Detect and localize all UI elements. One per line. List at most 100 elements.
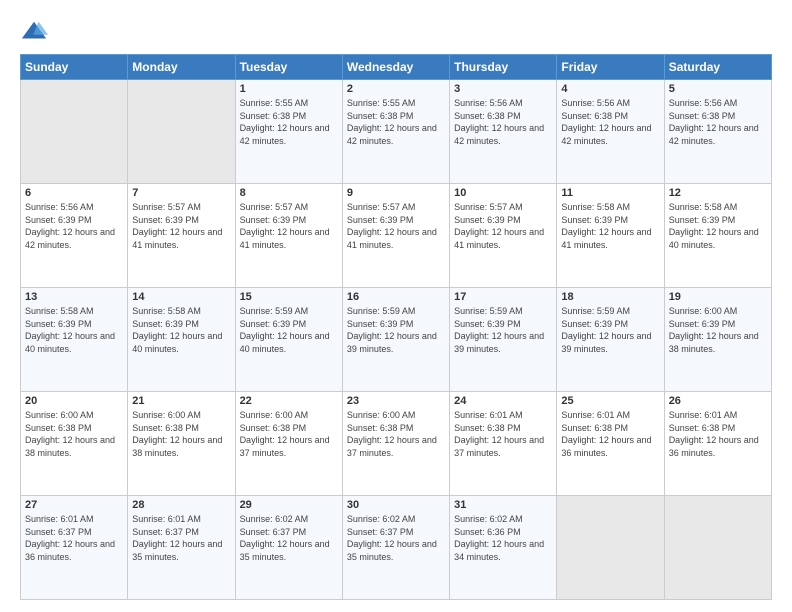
- calendar-cell: 11 Sunrise: 5:58 AMSunset: 6:39 PMDayligh…: [557, 184, 664, 288]
- day-info: Sunrise: 6:01 AMSunset: 6:38 PMDaylight:…: [561, 409, 659, 459]
- day-info: Sunrise: 6:00 AMSunset: 6:39 PMDaylight:…: [669, 305, 767, 355]
- calendar-cell: [128, 80, 235, 184]
- calendar-cell: 29Sunrise: 6:02 AMSunset: 6:37 PMDayligh…: [235, 496, 342, 600]
- day-number: 14: [132, 291, 230, 303]
- day-number: 27: [25, 499, 123, 511]
- calendar-cell: 25 Sunrise: 6:01 AMSunset: 6:38 PMDayligh…: [557, 392, 664, 496]
- day-number: 22: [240, 395, 338, 407]
- calendar-cell: 13 Sunrise: 5:58 AMSunset: 6:39 PMDayligh…: [21, 288, 128, 392]
- week-row-3: 20 Sunrise: 6:00 AMSunset: 6:38 PMDayligh…: [21, 392, 772, 496]
- day-info: Sunrise: 5:56 AMSunset: 6:39 PMDaylight:…: [25, 201, 123, 251]
- day-number: 21: [132, 395, 230, 407]
- calendar-cell: 24 Sunrise: 6:01 AMSunset: 6:38 PMDayligh…: [450, 392, 557, 496]
- day-info: Sunrise: 6:01 AMSunset: 6:38 PMDaylight:…: [669, 409, 767, 459]
- calendar-cell: 2 Sunrise: 5:55 AMSunset: 6:38 PMDaylight…: [342, 80, 449, 184]
- logo: [20, 18, 52, 46]
- day-number: 6: [25, 187, 123, 199]
- weekday-header-tuesday: Tuesday: [235, 55, 342, 80]
- day-number: 9: [347, 187, 445, 199]
- day-number: 2: [347, 83, 445, 95]
- day-number: 7: [132, 187, 230, 199]
- day-number: 4: [561, 83, 659, 95]
- calendar-cell: 30 Sunrise: 6:02 AMSunset: 6:37 PMDayligh…: [342, 496, 449, 600]
- calendar-cell: [557, 496, 664, 600]
- day-info: Sunrise: 5:57 AMSunset: 6:39 PMDaylight:…: [347, 201, 445, 251]
- page: SundayMondayTuesdayWednesdayThursdayFrid…: [0, 0, 792, 612]
- day-info: Sunrise: 6:02 AMSunset: 6:36 PMDaylight:…: [454, 513, 552, 563]
- day-info: Sunrise: 6:02 AMSunset: 6:37 PMDaylight:…: [347, 513, 445, 563]
- day-number: 12: [669, 187, 767, 199]
- calendar-cell: [21, 80, 128, 184]
- day-info: Sunrise: 5:55 AMSunset: 6:38 PMDaylight:…: [240, 97, 338, 147]
- calendar-cell: 17Sunrise: 5:59 AMSunset: 6:39 PMDayligh…: [450, 288, 557, 392]
- day-info: Sunrise: 6:00 AMSunset: 6:38 PMDaylight:…: [132, 409, 230, 459]
- week-row-1: 6 Sunrise: 5:56 AMSunset: 6:39 PMDaylight…: [21, 184, 772, 288]
- calendar-cell: [664, 496, 771, 600]
- calendar-body: 1 Sunrise: 5:55 AMSunset: 6:38 PMDaylight…: [21, 80, 772, 600]
- calendar-cell: 15Sunrise: 5:59 AMSunset: 6:39 PMDayligh…: [235, 288, 342, 392]
- day-number: 26: [669, 395, 767, 407]
- day-number: 28: [132, 499, 230, 511]
- day-number: 30: [347, 499, 445, 511]
- day-info: Sunrise: 5:58 AMSunset: 6:39 PMDaylight:…: [561, 201, 659, 251]
- calendar-cell: 10 Sunrise: 5:57 AMSunset: 6:39 PMDayligh…: [450, 184, 557, 288]
- day-info: Sunrise: 6:00 AMSunset: 6:38 PMDaylight:…: [240, 409, 338, 459]
- day-number: 8: [240, 187, 338, 199]
- day-info: Sunrise: 5:56 AMSunset: 6:38 PMDaylight:…: [454, 97, 552, 147]
- day-info: Sunrise: 6:00 AMSunset: 6:38 PMDaylight:…: [25, 409, 123, 459]
- calendar-cell: 4 Sunrise: 5:56 AMSunset: 6:38 PMDaylight…: [557, 80, 664, 184]
- logo-icon: [20, 18, 48, 46]
- weekday-header-saturday: Saturday: [664, 55, 771, 80]
- calendar-table: SundayMondayTuesdayWednesdayThursdayFrid…: [20, 54, 772, 600]
- day-number: 18: [561, 291, 659, 303]
- header: [20, 18, 772, 46]
- calendar-cell: 23 Sunrise: 6:00 AMSunset: 6:38 PMDayligh…: [342, 392, 449, 496]
- weekday-header-sunday: Sunday: [21, 55, 128, 80]
- day-info: Sunrise: 5:58 AMSunset: 6:39 PMDaylight:…: [132, 305, 230, 355]
- weekday-header-thursday: Thursday: [450, 55, 557, 80]
- calendar-cell: 22 Sunrise: 6:00 AMSunset: 6:38 PMDayligh…: [235, 392, 342, 496]
- day-info: Sunrise: 5:58 AMSunset: 6:39 PMDaylight:…: [25, 305, 123, 355]
- day-number: 11: [561, 187, 659, 199]
- day-number: 13: [25, 291, 123, 303]
- day-number: 23: [347, 395, 445, 407]
- day-info: Sunrise: 5:55 AMSunset: 6:38 PMDaylight:…: [347, 97, 445, 147]
- calendar-cell: 7Sunrise: 5:57 AMSunset: 6:39 PMDaylight…: [128, 184, 235, 288]
- calendar-header: SundayMondayTuesdayWednesdayThursdayFrid…: [21, 55, 772, 80]
- day-number: 15: [240, 291, 338, 303]
- calendar-cell: 8Sunrise: 5:57 AMSunset: 6:39 PMDaylight…: [235, 184, 342, 288]
- calendar-cell: 5Sunrise: 5:56 AMSunset: 6:38 PMDaylight…: [664, 80, 771, 184]
- calendar-cell: 12 Sunrise: 5:58 AMSunset: 6:39 PMDayligh…: [664, 184, 771, 288]
- day-number: 19: [669, 291, 767, 303]
- calendar-cell: 14 Sunrise: 5:58 AMSunset: 6:39 PMDayligh…: [128, 288, 235, 392]
- day-number: 16: [347, 291, 445, 303]
- calendar-cell: 18 Sunrise: 5:59 AMSunset: 6:39 PMDayligh…: [557, 288, 664, 392]
- weekday-header-wednesday: Wednesday: [342, 55, 449, 80]
- day-number: 24: [454, 395, 552, 407]
- calendar-cell: 6 Sunrise: 5:56 AMSunset: 6:39 PMDaylight…: [21, 184, 128, 288]
- calendar-cell: 28Sunrise: 6:01 AMSunset: 6:37 PMDayligh…: [128, 496, 235, 600]
- calendar-cell: 9 Sunrise: 5:57 AMSunset: 6:39 PMDaylight…: [342, 184, 449, 288]
- day-info: Sunrise: 5:58 AMSunset: 6:39 PMDaylight:…: [669, 201, 767, 251]
- day-number: 25: [561, 395, 659, 407]
- calendar-cell: 16 Sunrise: 5:59 AMSunset: 6:39 PMDayligh…: [342, 288, 449, 392]
- day-info: Sunrise: 6:01 AMSunset: 6:37 PMDaylight:…: [25, 513, 123, 563]
- calendar-cell: 21 Sunrise: 6:00 AMSunset: 6:38 PMDayligh…: [128, 392, 235, 496]
- calendar-cell: 1 Sunrise: 5:55 AMSunset: 6:38 PMDaylight…: [235, 80, 342, 184]
- calendar-cell: 20 Sunrise: 6:00 AMSunset: 6:38 PMDayligh…: [21, 392, 128, 496]
- day-info: Sunrise: 5:59 AMSunset: 6:39 PMDaylight:…: [561, 305, 659, 355]
- day-number: 10: [454, 187, 552, 199]
- calendar-cell: 27 Sunrise: 6:01 AMSunset: 6:37 PMDayligh…: [21, 496, 128, 600]
- day-info: Sunrise: 5:59 AMSunset: 6:39 PMDaylight:…: [347, 305, 445, 355]
- calendar-cell: 31 Sunrise: 6:02 AMSunset: 6:36 PMDayligh…: [450, 496, 557, 600]
- day-number: 29: [240, 499, 338, 511]
- day-info: Sunrise: 6:01 AMSunset: 6:38 PMDaylight:…: [454, 409, 552, 459]
- day-info: Sunrise: 6:00 AMSunset: 6:38 PMDaylight:…: [347, 409, 445, 459]
- day-number: 20: [25, 395, 123, 407]
- day-number: 1: [240, 83, 338, 95]
- day-info: Sunrise: 5:56 AMSunset: 6:38 PMDaylight:…: [561, 97, 659, 147]
- day-info: Sunrise: 5:57 AMSunset: 6:39 PMDaylight:…: [454, 201, 552, 251]
- day-number: 3: [454, 83, 552, 95]
- weekday-header-friday: Friday: [557, 55, 664, 80]
- day-number: 31: [454, 499, 552, 511]
